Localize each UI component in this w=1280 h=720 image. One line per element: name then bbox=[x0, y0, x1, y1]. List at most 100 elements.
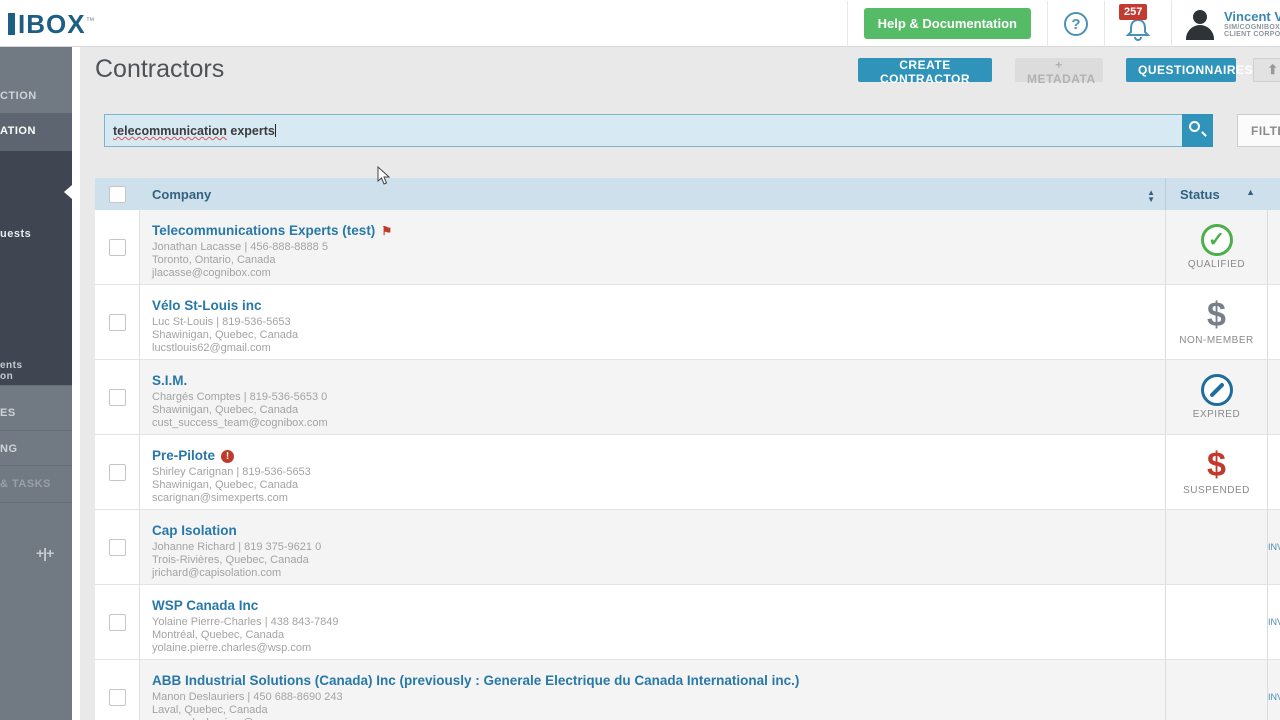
notifications-button[interactable]: 257 bbox=[1121, 4, 1155, 44]
sidebar-item-documents[interactable]: entson bbox=[0, 360, 72, 382]
contact-line: Johanne Richard | 819 375-9621 0 bbox=[140, 541, 1165, 554]
company-name-link[interactable]: S.I.M. bbox=[140, 360, 1165, 391]
contact-line: Yolaine Pierre-Charles | 438 843-7849 bbox=[140, 616, 1165, 629]
help-question-icon[interactable]: ? bbox=[1064, 12, 1088, 36]
status-cell: $ SUSPENDED bbox=[1165, 435, 1267, 509]
trademark-symbol: ™ bbox=[86, 15, 96, 25]
cutoff-cell: INV bbox=[1267, 585, 1280, 659]
company-name-link[interactable]: WSP Canada Inc bbox=[140, 585, 1165, 616]
alert-exclamation-icon: ! bbox=[221, 450, 234, 463]
email-line: cust_success_team@cognibox.com bbox=[140, 417, 1165, 430]
search-text: experts bbox=[227, 124, 275, 138]
table-row[interactable]: Vélo St-Louis inc Luc St-Louis | 819-536… bbox=[95, 285, 1280, 360]
metadata-button[interactable]: + METADATA bbox=[1015, 58, 1103, 82]
sort-asc-icon: ▲ bbox=[1246, 187, 1255, 197]
sidebar-divider bbox=[0, 502, 72, 503]
status-label: NON-MEMBER bbox=[1179, 335, 1253, 346]
sidebar-item-qualification-label[interactable]: ATION bbox=[0, 125, 72, 137]
sidebar-item-tasks[interactable]: & TASKS bbox=[0, 478, 72, 490]
sidebar-divider bbox=[0, 465, 72, 466]
filter-button[interactable]: FILTER bbox=[1237, 114, 1280, 147]
cutoff-cell: INV bbox=[1267, 660, 1280, 720]
cutoff-cell bbox=[1267, 285, 1280, 359]
email-line: scarignan@simexperts.com bbox=[140, 492, 1165, 505]
select-all-checkbox[interactable] bbox=[109, 186, 126, 203]
status-label: EXPIRED bbox=[1193, 409, 1240, 420]
table-row[interactable]: WSP Canada Inc Yolaine Pierre-Charles | … bbox=[95, 585, 1280, 660]
row-checkbox[interactable] bbox=[109, 539, 126, 556]
user-name: Vincent Voye bbox=[1224, 9, 1280, 24]
contact-line: Jonathan Lacasse | 456-888-8888 5 bbox=[140, 241, 1165, 254]
company-name-link[interactable]: Pre-Pilote! bbox=[140, 435, 1165, 466]
location-line: Trois-Rivières, Quebec, Canada bbox=[140, 554, 1165, 567]
row-checkbox[interactable] bbox=[109, 464, 126, 481]
company-name-link[interactable]: ABB Industrial Solutions (Canada) Inc (p… bbox=[140, 660, 1165, 691]
notification-count-badge: 257 bbox=[1119, 4, 1147, 20]
sidebar-gutter bbox=[72, 47, 80, 720]
sidebar-nav: CTION ATION uests entson ES NG & TASKS +… bbox=[0, 47, 72, 720]
search-icon bbox=[1189, 121, 1200, 132]
search-button[interactable] bbox=[1182, 114, 1213, 147]
sidebar-submenu-panel bbox=[0, 151, 72, 385]
page-title: Contractors bbox=[95, 55, 224, 84]
table-row[interactable]: S.I.M. Chargés Comptes | 819-536-5653 0 … bbox=[95, 360, 1280, 435]
row-checkbox[interactable] bbox=[109, 389, 126, 406]
row-checkbox[interactable] bbox=[109, 689, 126, 706]
company-name-link[interactable]: Telecommunications Experts (test)⚑ bbox=[140, 210, 1165, 241]
contact-line: Chargés Comptes | 819-536-5653 0 bbox=[140, 391, 1165, 404]
company-name-link[interactable]: Cap Isolation bbox=[140, 510, 1165, 541]
user-org-line1: SIM/COGNIBOX ( bbox=[1224, 24, 1280, 31]
main-content: Contractors CREATE CONTRACTOR + METADATA… bbox=[80, 47, 1280, 720]
table-row[interactable]: Telecommunications Experts (test)⚑ Jonat… bbox=[95, 210, 1280, 285]
active-item-notch bbox=[64, 185, 72, 199]
header-divider bbox=[1047, 1, 1048, 47]
bell-icon bbox=[1125, 18, 1151, 42]
status-cell: ✓ QUALIFIED bbox=[1165, 210, 1267, 284]
user-avatar-icon bbox=[1184, 8, 1216, 40]
email-line: jrichard@capisolation.com bbox=[140, 567, 1165, 580]
contact-line: Manon Deslauriers | 450 688-8690 243 bbox=[140, 691, 1165, 704]
cognibox-logo: IBOX™ bbox=[8, 9, 96, 40]
sidebar-item-selection[interactable]: CTION bbox=[0, 90, 72, 102]
expired-slash-icon bbox=[1201, 374, 1233, 406]
red-flag-icon: ⚑ bbox=[381, 224, 392, 238]
search-text-misspelled: telecommunication bbox=[113, 124, 227, 138]
location-line: Shawinigan, Quebec, Canada bbox=[140, 329, 1165, 342]
search-input[interactable]: telecommunication experts bbox=[104, 114, 1182, 147]
user-menu[interactable]: Vincent Voye SIM/COGNIBOX ( CLIENT CORPO… bbox=[1172, 8, 1280, 40]
company-column-header[interactable]: Company ▲▼ bbox=[140, 187, 1165, 202]
email-line: yolaine.pierre.charles@wsp.com bbox=[140, 642, 1165, 655]
sidebar-item-es[interactable]: ES bbox=[0, 407, 72, 419]
user-org-line2: CLIENT CORPORA bbox=[1224, 31, 1280, 38]
status-label: QUALIFIED bbox=[1188, 259, 1245, 270]
text-caret bbox=[275, 124, 276, 137]
sidebar-collapse-icon[interactable]: +|+ bbox=[36, 545, 53, 561]
cutoff-cell bbox=[1267, 435, 1280, 509]
email-line: jlacasse@cognibox.com bbox=[140, 267, 1165, 280]
export-button[interactable]: ⬆ bbox=[1253, 58, 1280, 82]
location-line: Laval, Quebec, Canada bbox=[140, 704, 1165, 717]
help-documentation-button[interactable]: Help & Documentation bbox=[864, 8, 1031, 39]
location-line: Shawinigan, Quebec, Canada bbox=[140, 404, 1165, 417]
sidebar-divider bbox=[0, 430, 72, 431]
sidebar-item-requests[interactable]: uests bbox=[0, 228, 72, 240]
table-row[interactable]: ABB Industrial Solutions (Canada) Inc (p… bbox=[95, 660, 1280, 720]
email-line: lucstlouis62@gmail.com bbox=[140, 342, 1165, 355]
logo-cut-letter bbox=[8, 13, 15, 35]
status-label: SUSPENDED bbox=[1183, 485, 1250, 496]
sort-icon[interactable]: ▲▼ bbox=[1147, 189, 1155, 203]
company-name-link[interactable]: Vélo St-Louis inc bbox=[140, 285, 1165, 316]
table-row[interactable]: Pre-Pilote! Shirley Carignan | 819-536-5… bbox=[95, 435, 1280, 510]
status-cell bbox=[1165, 585, 1267, 659]
cutoff-cell bbox=[1267, 360, 1280, 434]
sidebar-item-ng[interactable]: NG bbox=[0, 443, 72, 455]
location-line: Toronto, Ontario, Canada bbox=[140, 254, 1165, 267]
row-checkbox[interactable] bbox=[109, 314, 126, 331]
questionnaires-button[interactable]: QUESTIONNAIRES bbox=[1126, 58, 1236, 82]
row-checkbox[interactable] bbox=[109, 239, 126, 256]
row-checkbox[interactable] bbox=[109, 614, 126, 631]
status-column-header[interactable]: Status ▲ bbox=[1165, 178, 1267, 210]
table-row[interactable]: Cap Isolation Johanne Richard | 819 375-… bbox=[95, 510, 1280, 585]
create-contractor-button[interactable]: CREATE CONTRACTOR bbox=[858, 58, 992, 82]
top-bar: IBOX™ Help & Documentation ? 257 Vincent… bbox=[0, 0, 1280, 47]
